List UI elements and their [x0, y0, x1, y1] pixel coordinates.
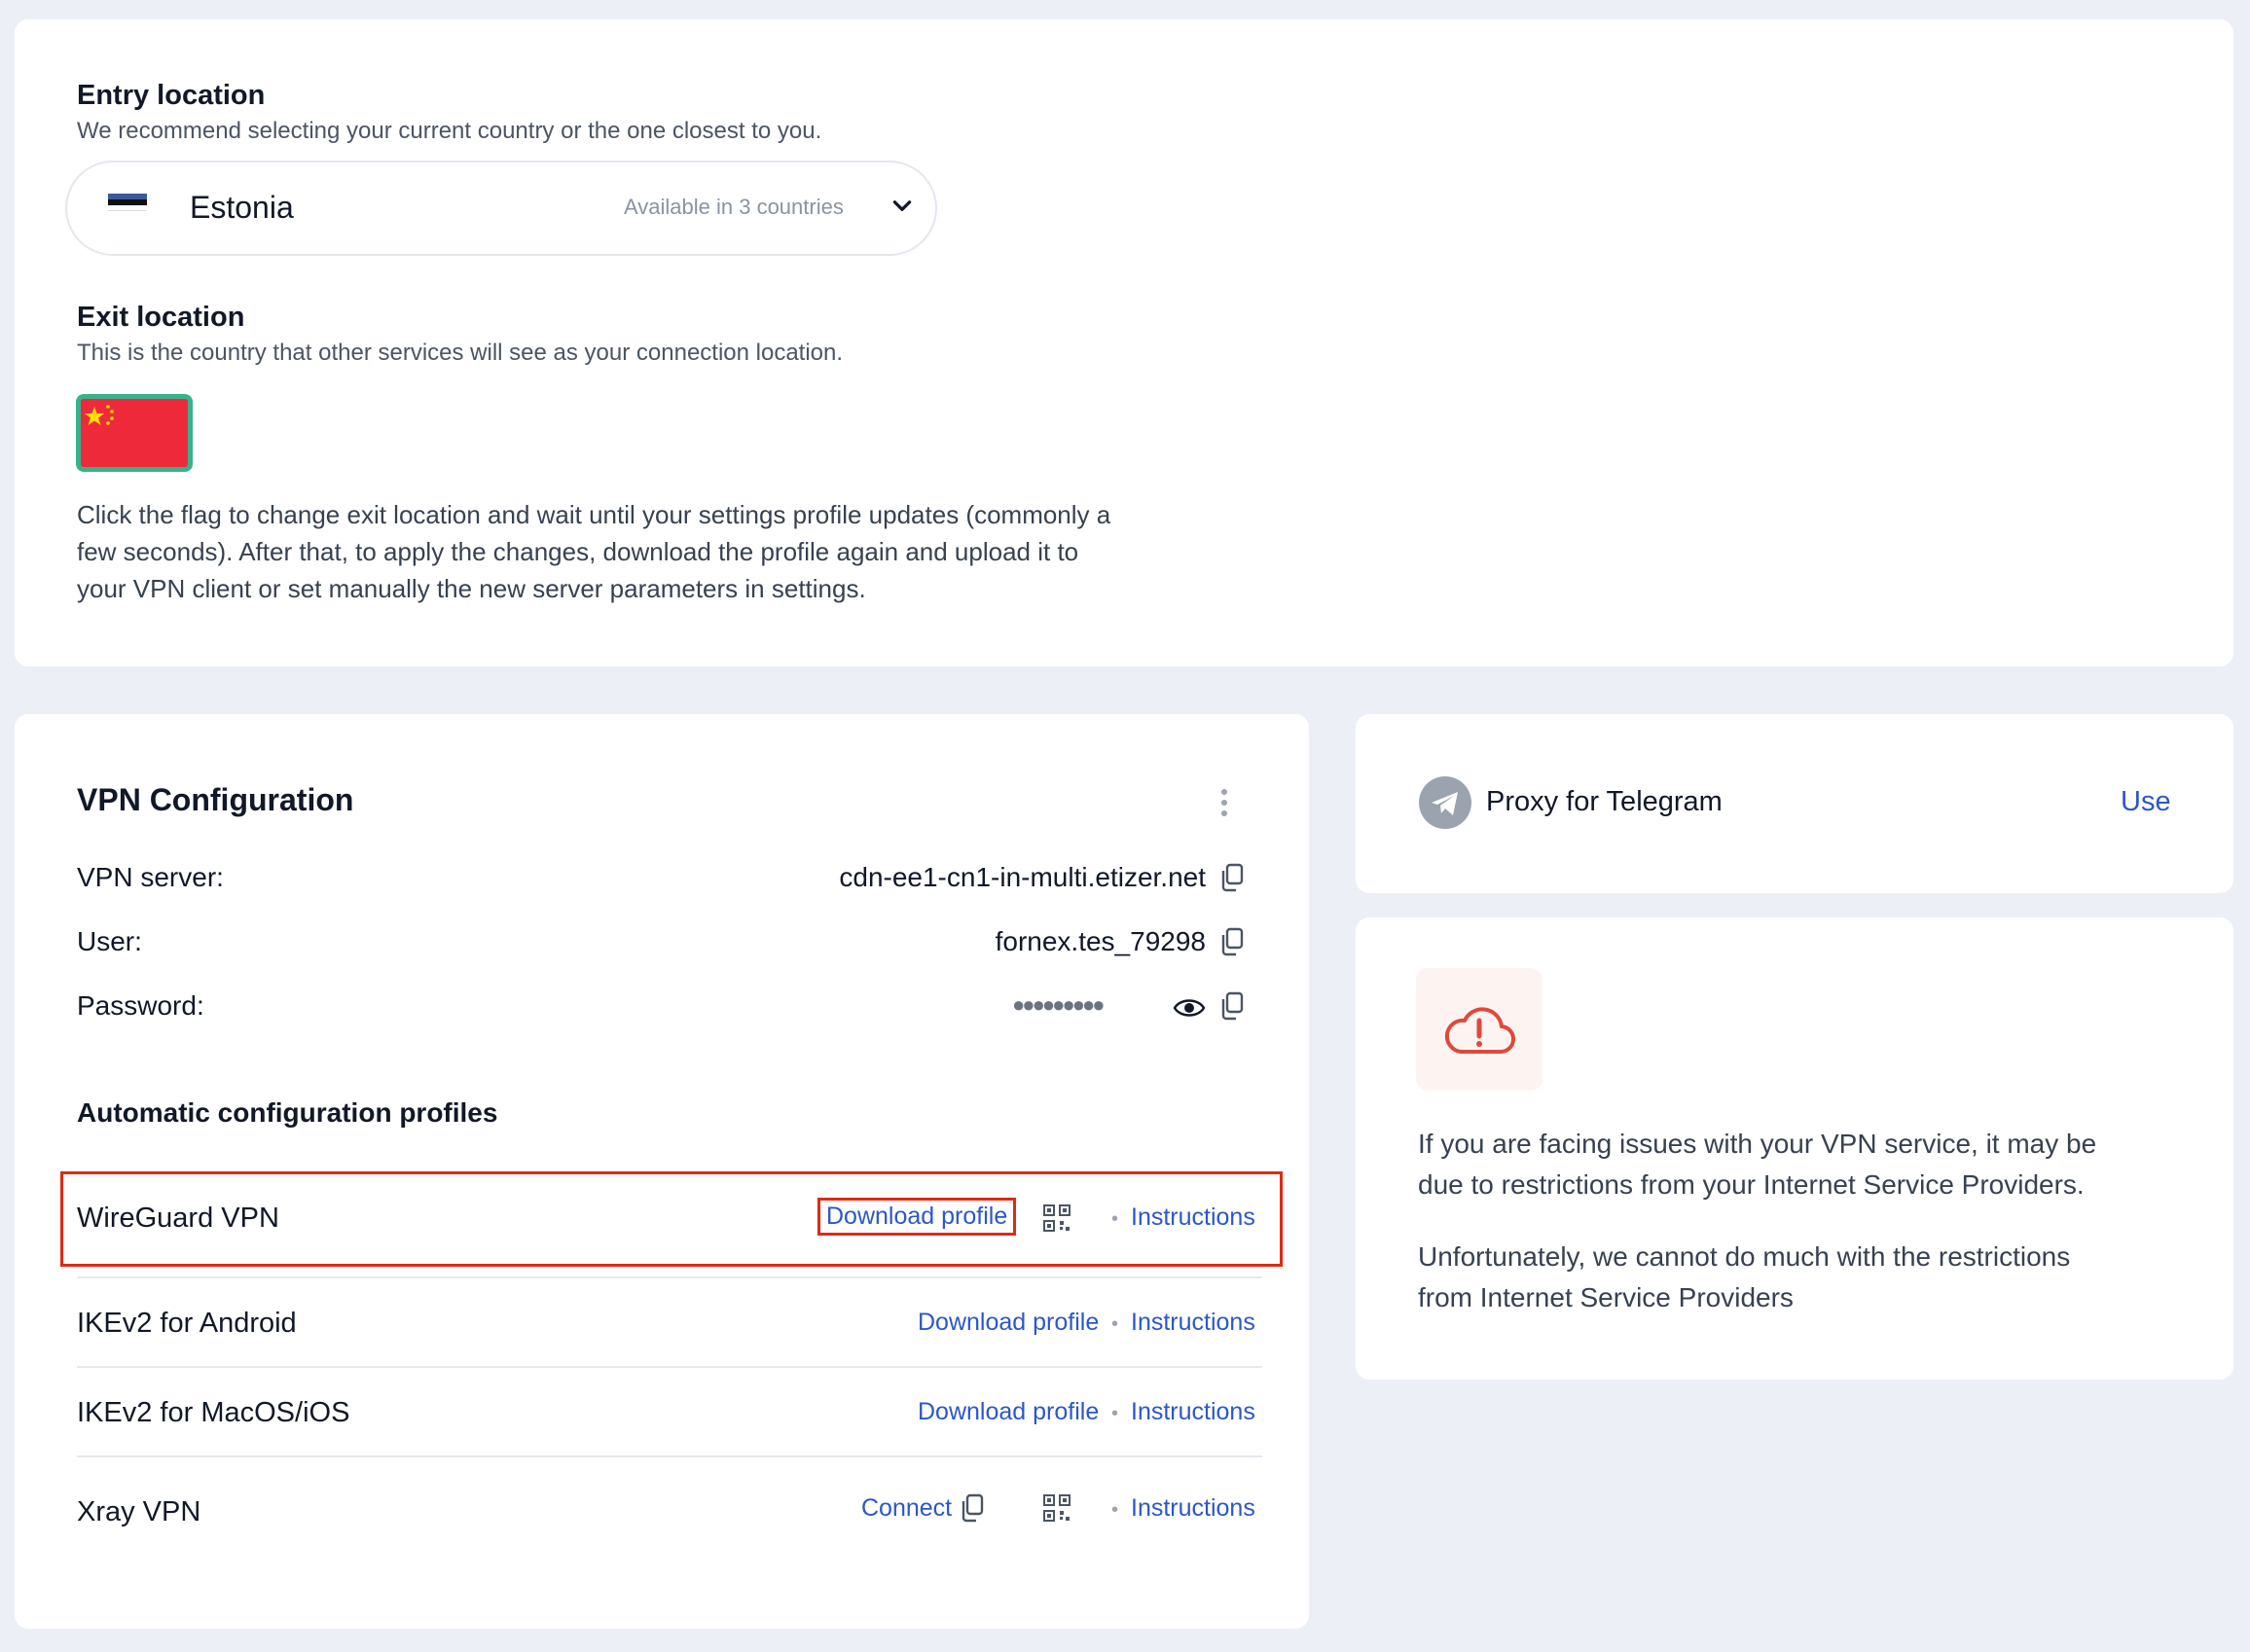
- entry-location-select[interactable]: Estonia Available in 3 countries: [65, 161, 937, 256]
- entry-location-title: Entry location: [77, 80, 266, 111]
- warning-text-line-2: due to restrictions from your Internet S…: [1418, 1169, 2085, 1200]
- cloud-alert-icon: [1444, 1007, 1515, 1055]
- warning-text-line-4: from Internet Service Providers: [1418, 1282, 1794, 1312]
- telegram-use-button[interactable]: Use: [2121, 786, 2171, 818]
- wireguard-download-profile-link[interactable]: Download profile: [826, 1203, 1007, 1230]
- show-password-eye-icon[interactable]: [1173, 996, 1206, 1020]
- ikev2-macos-download-profile-link[interactable]: Download profile: [918, 1398, 1099, 1426]
- exit-location-title: Exit location: [77, 302, 245, 333]
- copy-user-icon[interactable]: [1219, 927, 1245, 956]
- profile-name: Xray VPN: [77, 1496, 201, 1527]
- copy-server-icon[interactable]: [1219, 863, 1245, 892]
- profile-row-xray: Xray VPN Connect • Instructions: [77, 1493, 1262, 1533]
- password-label: Password:: [77, 990, 204, 1021]
- estonia-flag-icon: [108, 194, 147, 211]
- ikev2-macos-instructions-link[interactable]: Instructions: [1131, 1398, 1255, 1426]
- separator-dot: •: [1111, 1499, 1119, 1521]
- availability-text: Available in 3 countries: [624, 195, 844, 219]
- xray-qr-code-icon[interactable]: [1043, 1494, 1071, 1522]
- profile-row-ikev2-android: IKEv2 for Android Download profile • Ins…: [77, 1306, 1262, 1345]
- exit-instructions-line-2: few seconds). After that, to apply the c…: [77, 537, 1079, 566]
- exit-instructions-line-1: Click the flag to change exit location a…: [77, 500, 1111, 529]
- china-flag-icon: [81, 399, 188, 467]
- separator-dot: •: [1111, 1403, 1119, 1424]
- wireguard-qr-code-icon[interactable]: [1043, 1204, 1071, 1232]
- password-mask: ●●●●●●●●●: [1012, 992, 1106, 1017]
- chevron-down-icon: [892, 200, 912, 211]
- exit-location-flag-button[interactable]: [76, 394, 193, 472]
- warning-text-line-1: If you are facing issues with your VPN s…: [1418, 1129, 2097, 1159]
- row-divider: [77, 1455, 1262, 1457]
- more-options-icon[interactable]: [1218, 788, 1230, 817]
- location-card: Entry location We recommend selecting yo…: [15, 19, 2233, 666]
- telegram-icon: [1419, 776, 1471, 829]
- vpn-server-value: cdn-ee1-cn1-in-multi.etizer.net: [839, 862, 1206, 892]
- xray-connect-link[interactable]: Connect: [861, 1494, 952, 1523]
- separator-dot: •: [1111, 1208, 1119, 1230]
- warning-icon-container: [1416, 968, 1542, 1091]
- wireguard-instructions-link[interactable]: Instructions: [1131, 1203, 1255, 1232]
- profile-name: IKEv2 for MacOS/iOS: [77, 1397, 350, 1428]
- profile-row-wireguard: WireGuard VPN Download profile • Instruc…: [77, 1198, 1262, 1239]
- vpn-server-label: VPN server:: [77, 862, 224, 892]
- exit-instructions-line-3: your VPN client or set manually the new …: [77, 574, 866, 603]
- exit-location-subtitle: This is the country that other services …: [77, 340, 844, 366]
- separator-dot: •: [1111, 1313, 1119, 1335]
- user-label: User:: [77, 926, 142, 956]
- telegram-proxy-label: Proxy for Telegram: [1486, 786, 1723, 817]
- profile-name: WireGuard VPN: [77, 1203, 279, 1234]
- profile-row-ikev2-macos-ios: IKEv2 for MacOS/iOS Download profile • I…: [77, 1395, 1262, 1434]
- automatic-profiles-title: Automatic configuration profiles: [77, 1097, 498, 1128]
- entry-location-subtitle: We recommend selecting your current coun…: [77, 118, 822, 144]
- user-value: fornex.tes_79298: [995, 926, 1206, 956]
- copy-password-icon[interactable]: [1219, 991, 1245, 1021]
- ikev2-android-instructions-link[interactable]: Instructions: [1131, 1309, 1255, 1337]
- warning-text-line-3: Unfortunately, we cannot do much with th…: [1418, 1241, 2071, 1272]
- xray-instructions-link[interactable]: Instructions: [1131, 1494, 1255, 1523]
- row-divider: [77, 1366, 1262, 1368]
- vpn-configuration-card: VPN Configuration VPN server: cdn-ee1-cn…: [15, 714, 1309, 1629]
- xray-copy-icon[interactable]: [960, 1493, 985, 1523]
- telegram-proxy-card: Proxy for Telegram Use: [1356, 714, 2233, 893]
- row-divider: [77, 1276, 1262, 1278]
- isp-warning-card: If you are facing issues with your VPN s…: [1356, 917, 2233, 1380]
- selected-country: Estonia: [190, 190, 294, 225]
- ikev2-android-download-profile-link[interactable]: Download profile: [918, 1309, 1099, 1337]
- wireguard-download-button-highlight: Download profile: [817, 1198, 1017, 1236]
- vpn-configuration-title: VPN Configuration: [77, 782, 354, 817]
- profile-name: IKEv2 for Android: [77, 1308, 297, 1339]
